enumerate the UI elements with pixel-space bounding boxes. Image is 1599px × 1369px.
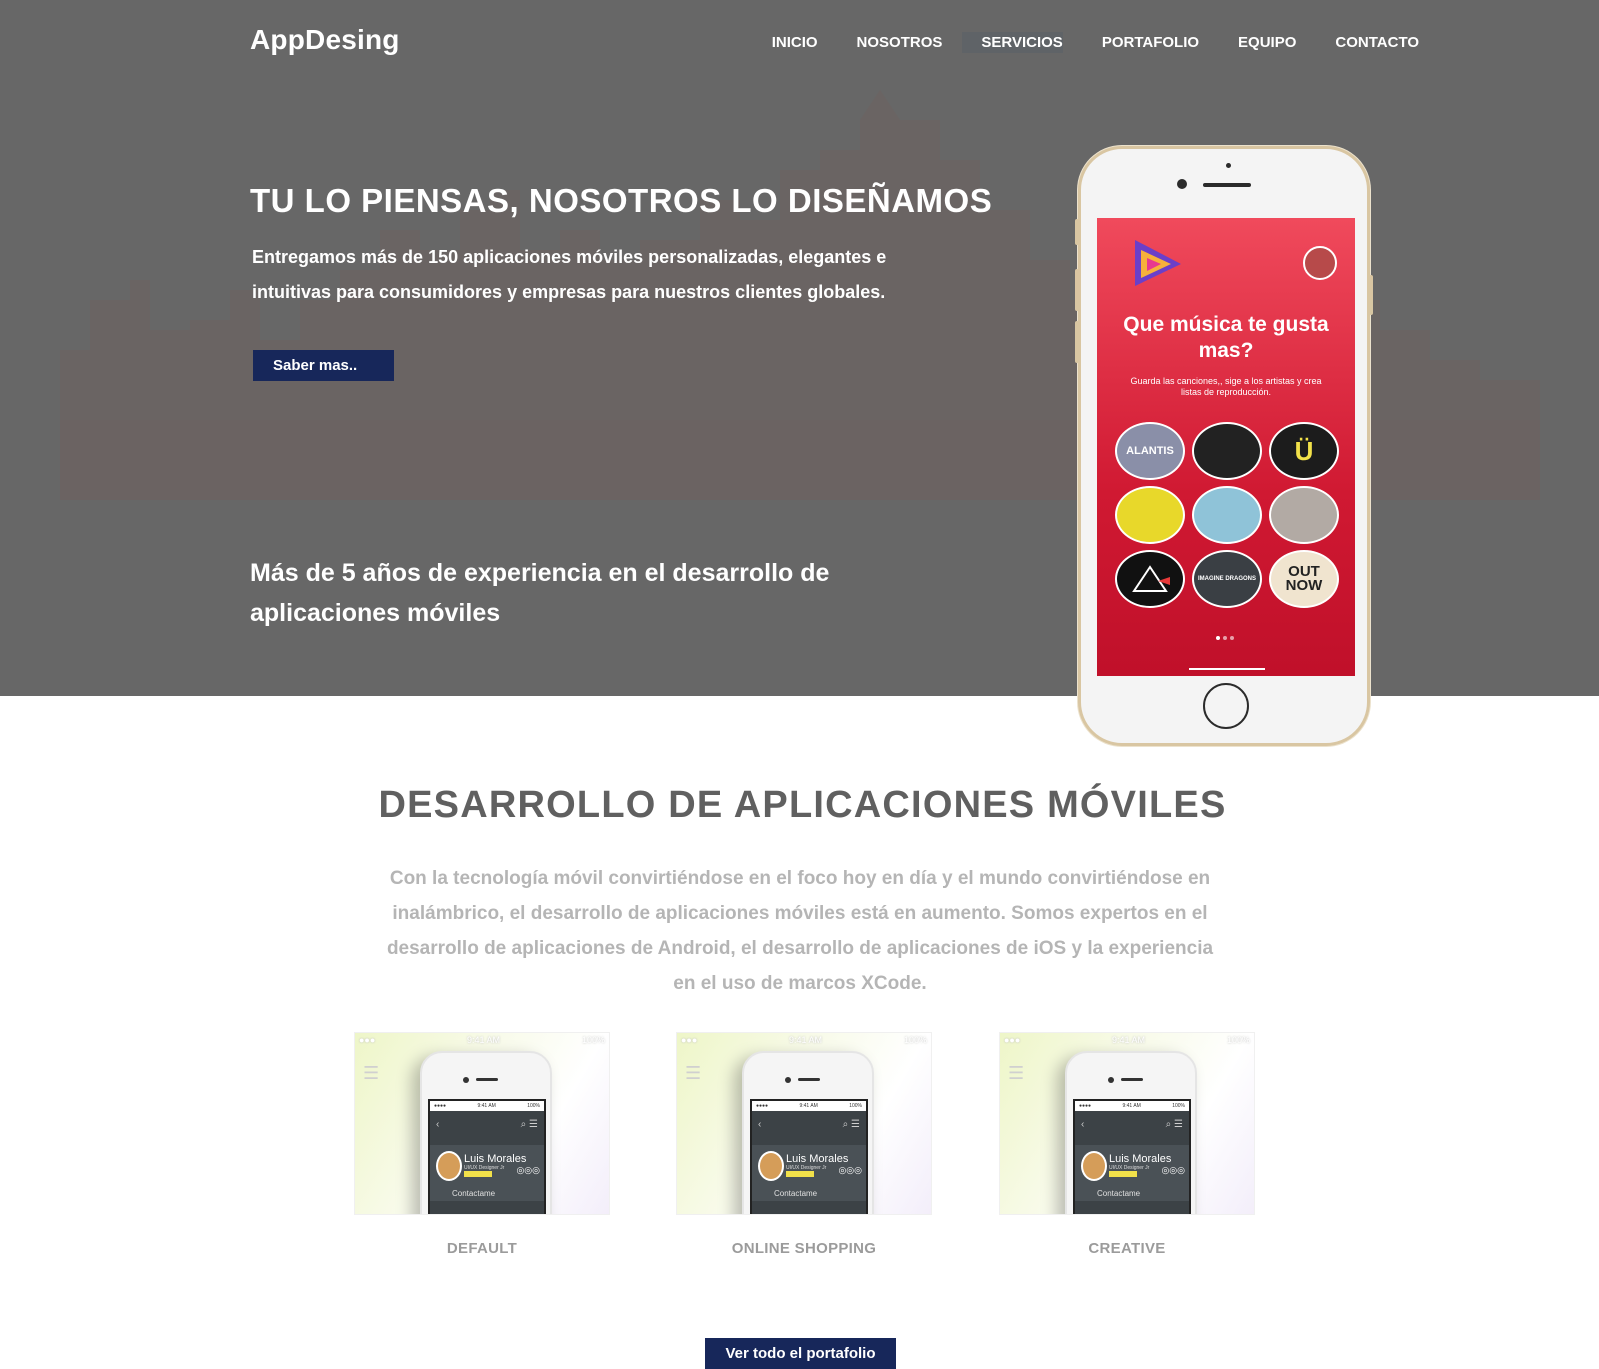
phone-side-button <box>1369 275 1373 315</box>
social-icons: ◎◎◎ <box>838 1165 862 1175</box>
artist-avatar: IMAGINE DRAGONS <box>1192 550 1262 608</box>
mini-phone: ●●●● 9:41 AM 100% ‹ ⌕ ☰ Luis Morales UI/UX … <box>742 1051 874 1214</box>
home-indicator <box>1189 668 1265 670</box>
phone-side-button <box>1075 321 1079 363</box>
phone-mockup: Que música te gusta mas? Guarda las canc… <box>1075 146 1373 746</box>
phone-sensor <box>1226 163 1231 168</box>
mini-phone: ●●●● 9:41 AM 100% ‹ ⌕ ☰ Luis Morales UI/UX … <box>420 1051 552 1214</box>
hero-description: Entregamos más de 150 aplicaciones móvil… <box>252 247 887 302</box>
card-label-online-shopping: ONLINE SHOPPING <box>731 1240 877 1257</box>
profile-name: Luis Morales <box>1109 1153 1172 1165</box>
profile-avatar <box>758 1151 784 1181</box>
mini-screen: ●●●● 9:41 AM 100% ‹ ⌕ ☰ Luis Morales UI/UX … <box>428 1099 546 1214</box>
section-title: DESARROLLO DE APLICACIONES MÓVILES <box>378 784 1227 826</box>
phone-speaker <box>1203 183 1251 187</box>
user-avatar <box>1303 246 1337 280</box>
main-menu: INICIO NOSOTROS SERVICIOS PORTAFOLIO EQU… <box>733 32 1419 53</box>
follow-badge <box>786 1171 814 1177</box>
social-icons: ◎◎◎ <box>516 1165 540 1175</box>
contact-label: Contactame <box>452 1189 496 1198</box>
social-icons: ◎◎◎ <box>1161 1165 1185 1175</box>
mini-phone: ●●●● 9:41 AM 100% ‹ ⌕ ☰ Luis Morales UI/UX … <box>1065 1051 1197 1214</box>
nav-link-contacto[interactable]: CONTACTO <box>1335 32 1419 53</box>
nav-link-equipo[interactable]: EQUIPO <box>1238 32 1296 53</box>
portfolio-card-creative[interactable]: ●●● 9:41 AM 100% ☰ ●●●● 9:41 AM 100% ‹ ⌕ ☰ Lu… <box>999 1032 1255 1215</box>
menu-icon: ⌕ ☰ <box>842 1119 860 1130</box>
phone-home-button <box>1203 683 1249 729</box>
artist-avatar: OUT NOW <box>1269 550 1339 608</box>
follow-badge <box>1109 1171 1137 1177</box>
nav-link-inicio[interactable]: INICIO <box>772 32 818 53</box>
portfolio-card-online-shopping[interactable]: ●●● 9:41 AM 100% ☰ ●●●● 9:41 AM 100% ‹ ⌕ ☰ Lu… <box>676 1032 932 1215</box>
card-label-default: DEFAULT <box>446 1240 518 1257</box>
nav-link-nosotros[interactable]: NOSOTROS <box>857 32 943 53</box>
hero-title: TU LO PIENSAS, NOSOTROS LO DISEÑAMOS <box>250 182 993 219</box>
contact-label: Contactame <box>774 1189 818 1198</box>
hamburger-icon: ☰ <box>1008 1063 1025 1083</box>
top-navbar: AppDesing INICIO NOSOTROS SERVICIOS PORT… <box>250 24 1419 60</box>
hamburger-icon: ☰ <box>363 1063 380 1083</box>
artist-avatar: ALANTIS <box>1115 422 1185 480</box>
profile-avatar <box>1081 1151 1107 1181</box>
artist-avatar <box>1269 486 1339 544</box>
nav-link-portafolio[interactable]: PORTAFOLIO <box>1102 32 1199 53</box>
profile-name: Luis Morales <box>786 1153 849 1165</box>
phone-screen: Que música te gusta mas? Guarda las canc… <box>1097 218 1355 676</box>
saber-mas-button[interactable]: Saber mas.. <box>253 350 394 381</box>
back-icon: ‹ <box>436 1119 440 1130</box>
nav-link-servicios[interactable]: SERVICIOS <box>962 32 1063 53</box>
brand-logo[interactable]: AppDesing <box>250 24 400 56</box>
play-logo-icon <box>1135 240 1181 286</box>
menu-icon: ⌕ ☰ <box>1165 1119 1183 1130</box>
artist-avatar <box>1192 486 1262 544</box>
back-icon: ‹ <box>758 1119 762 1130</box>
artist-grid: ALANTIS Ü IMAGINE DRAGONS OUT NOW <box>1115 422 1339 608</box>
artist-avatar: Ü <box>1269 422 1339 480</box>
menu-icon: ⌕ ☰ <box>520 1119 538 1130</box>
card-label-creative: CREATIVE <box>1088 1240 1166 1257</box>
artist-avatar <box>1115 486 1185 544</box>
section-description: Con la tecnología móvil convirtiéndose e… <box>386 868 1214 994</box>
phone-side-button <box>1075 219 1079 245</box>
mini-screen: ●●●● 9:41 AM 100% ‹ ⌕ ☰ Luis Morales UI/UX … <box>1073 1099 1191 1214</box>
artist-avatar <box>1115 550 1185 608</box>
hero-subtitle: Más de 5 años de experiencia en el desar… <box>250 559 830 627</box>
follow-badge <box>464 1171 492 1177</box>
profile-avatar <box>436 1151 462 1181</box>
carousel-dots <box>1216 636 1234 640</box>
ver-portafolio-button[interactable]: Ver todo el portafolio <box>705 1338 896 1369</box>
mini-screen: ●●●● 9:41 AM 100% ‹ ⌕ ☰ Luis Morales UI/UX … <box>750 1099 868 1214</box>
screen-heading: Que música te gusta mas? <box>1123 313 1329 362</box>
phone-camera <box>1177 179 1187 189</box>
phone-side-button <box>1075 269 1079 311</box>
artist-avatar <box>1192 422 1262 480</box>
screen-subtext: Guarda las canciones,, sige a los artist… <box>1130 376 1322 397</box>
hamburger-icon: ☰ <box>685 1063 702 1083</box>
back-icon: ‹ <box>1081 1119 1085 1130</box>
prism-icon <box>1132 565 1170 592</box>
portfolio-card-default[interactable]: ●●● 9:41 AM 100% ☰ ●●●● 9:41 AM 100% ‹ ⌕ ☰ Lu… <box>354 1032 610 1215</box>
contact-label: Contactame <box>1097 1189 1141 1198</box>
profile-name: Luis Morales <box>464 1153 527 1165</box>
